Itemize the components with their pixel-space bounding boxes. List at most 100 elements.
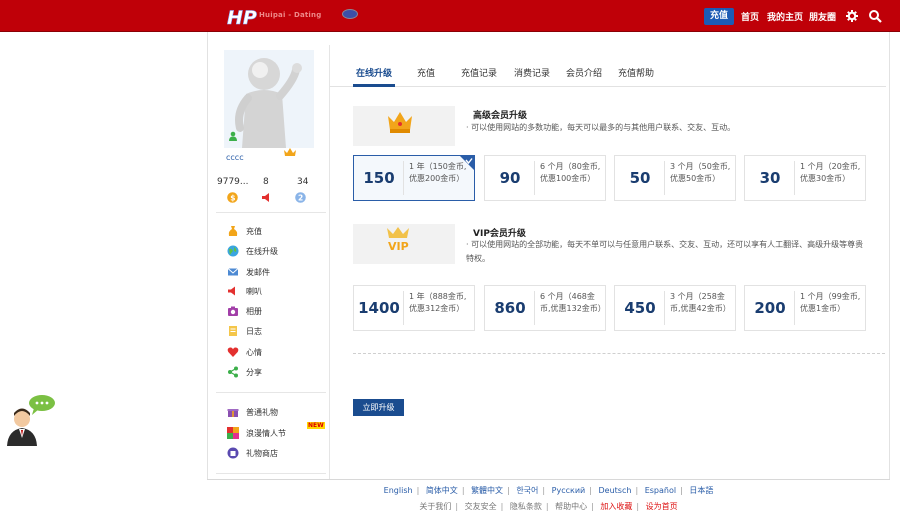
upgrade-now-button[interactable]: 立即升级 <box>353 399 404 416</box>
vip-crown-icon: VIP <box>387 227 409 252</box>
sidebar-divider <box>216 392 326 393</box>
vip-banner: VIP <box>353 224 455 264</box>
plan-card-vip-1y[interactable]: 1400 1 年（888金币,优惠312金币） <box>353 285 475 331</box>
plan-card-premium-1m[interactable]: 30 1 个月（20金币,优惠30金币） <box>744 155 866 201</box>
plan-card-vip-6m[interactable]: 860 6 个月（468金币,优惠132金币） <box>484 285 606 331</box>
sidebar-item-share[interactable]: 分享 <box>227 365 262 379</box>
sidebar-item-journal[interactable]: 日志 <box>227 324 262 338</box>
plan-price: 200 <box>754 299 786 317</box>
footer-safety-link[interactable]: 交友安全 <box>465 502 497 511</box>
plan-card-vip-1m[interactable]: 200 1 个月（99金币,优惠1金币） <box>744 285 866 331</box>
language-flag-icon[interactable] <box>342 9 358 19</box>
site-logo[interactable]: HP <box>226 5 260 27</box>
plan-card-vip-3m[interactable]: 450 3 个月（258金币,优惠42金币） <box>614 285 736 331</box>
tab-recharge-help[interactable]: 充值帮助 <box>618 66 654 79</box>
sidebar-item-recharge[interactable]: 充值 <box>227 224 262 238</box>
crown-icon <box>388 112 412 133</box>
footer-set-homepage-link[interactable]: 设为首页 <box>646 502 678 511</box>
plan-card-premium-6m[interactable]: 90 6 个月（80金币,优惠100金币） <box>484 155 606 201</box>
top-navbar: HP Huipai - Dating 充值 首页 我的主页 朋友圈 <box>0 0 900 32</box>
shop-icon <box>227 447 239 459</box>
sidebar-item-label: 发邮件 <box>246 267 270 277</box>
sidebar-item-gift-shop[interactable]: 礼物商店 <box>227 446 278 460</box>
gift-icon <box>227 409 239 417</box>
tab-bar <box>330 56 886 87</box>
plan-price: 1400 <box>358 299 400 317</box>
badge-icon: 2 <box>295 192 306 203</box>
sidebar-item-label: 相册 <box>246 306 262 316</box>
tab-online-upgrade[interactable]: 在线升级 <box>356 66 392 79</box>
new-badge: NEW <box>307 422 325 429</box>
sidebar-divider <box>216 212 326 213</box>
plan-price: 90 <box>499 169 521 187</box>
active-tab-indicator <box>353 84 395 87</box>
footer: English | 简体中文 | 繁體中文 | 한국어 | Русский | Deuts… <box>207 479 890 518</box>
tab-spending-history[interactable]: 消费记录 <box>514 66 550 79</box>
notebook-icon <box>229 326 237 336</box>
stat-horn-value: 8 <box>263 177 269 187</box>
premium-title: 高级会员升级 <box>473 111 528 121</box>
lang-english[interactable]: English <box>384 486 413 495</box>
sidebar-item-label: 分享 <box>246 367 262 377</box>
sidebar-item-label: 充值 <box>246 226 262 236</box>
lang-japanese[interactable]: 日本語 <box>689 486 713 495</box>
vip-description: · 可以使用网站的全部功能，每天不单可以与任意用户联系、交友、互动，还可以享有人… <box>466 240 864 263</box>
search-icon[interactable] <box>868 9 882 23</box>
plan-description: 1 年（888金币,优惠312金币） <box>409 292 467 313</box>
sidebar-item-album[interactable]: 相册 <box>227 304 262 318</box>
plan-description: 3 个月（50金币,优惠50金币） <box>670 162 731 183</box>
camera-icon <box>228 306 238 316</box>
svg-text:HP: HP <box>227 7 257 27</box>
footer-bookmark-link[interactable]: 加入收藏 <box>600 502 632 511</box>
sidebar-item-label: 日志 <box>246 326 262 336</box>
footer-help-link[interactable]: 帮助中心 <box>555 502 587 511</box>
plan-price: 860 <box>494 299 526 317</box>
sidebar-divider <box>216 473 326 474</box>
plan-card-premium-3m[interactable]: 50 3 个月（50金币,优惠50金币） <box>614 155 736 201</box>
lang-spanish[interactable]: Español <box>645 486 676 495</box>
stat-coins-value: 9779... <box>217 177 249 187</box>
nav-my-home-link[interactable]: 我的主页 <box>767 10 803 23</box>
heart-icon <box>227 347 239 357</box>
premium-banner <box>353 106 455 146</box>
footer-about-link[interactable]: 关于我们 <box>419 502 451 511</box>
footer-links: 关于我们 | 交友安全 | 隐私条款 | 帮助中心 | 加入收藏 | 设为首页 <box>419 502 678 511</box>
sidebar-item-upgrade[interactable]: 在线升级 <box>227 244 278 258</box>
tab-membership-intro[interactable]: 会员介绍 <box>566 66 602 79</box>
lang-german[interactable]: Deutsch <box>599 486 632 495</box>
gear-icon[interactable] <box>845 9 859 23</box>
nav-friends-link[interactable]: 朋友圈 <box>809 10 836 23</box>
sidebar-item-mood[interactable]: 心情 <box>227 345 262 359</box>
sidebar-item-horn[interactable]: 喇叭 <box>227 284 262 298</box>
lang-russian[interactable]: Русский <box>552 486 586 495</box>
plan-description: 6 个月（468金币,优惠132金币） <box>540 292 606 313</box>
plan-description: 3 个月（258金币,优惠42金币） <box>670 292 731 313</box>
nav-home-link[interactable]: 首页 <box>741 10 759 23</box>
footer-languages: English | 简体中文 | 繁體中文 | 한국어 | Русский | Deuts… <box>383 486 714 495</box>
nav-recharge-button[interactable]: 充值 <box>704 8 734 25</box>
tab-recharge-history[interactable]: 充值记录 <box>461 66 497 79</box>
globe-icon <box>227 245 239 257</box>
stat-badge-value: 34 <box>297 177 309 187</box>
lang-traditional-chinese[interactable]: 繁體中文 <box>471 486 503 495</box>
tab-recharge[interactable]: 充值 <box>417 66 435 79</box>
plan-card-premium-1y[interactable]: 150 1 年（150金币,优惠200金币） <box>353 155 475 201</box>
plan-price: 150 <box>363 169 395 187</box>
sidebar-item-mail[interactable]: 发邮件 <box>227 265 270 279</box>
lang-simplified-chinese[interactable]: 简体中文 <box>426 486 458 495</box>
sidebar-item-valentine[interactable]: 浪漫情人节 <box>227 426 286 440</box>
sidebar-item-label: 喇叭 <box>246 286 262 296</box>
plan-description: 6 个月（80金币,优惠100金币） <box>540 162 601 183</box>
sidebar-item-label: 在线升级 <box>246 246 278 256</box>
brand-name: Huipai - Dating <box>259 11 322 19</box>
username[interactable]: cccc <box>226 153 244 162</box>
mail-icon <box>227 268 239 276</box>
share-icon <box>228 366 238 378</box>
lang-korean[interactable]: 한국어 <box>516 486 538 495</box>
sidebar-item-gifts[interactable]: 普通礼物 <box>227 405 278 419</box>
sidebar-item-label: 心情 <box>246 347 262 357</box>
horn-icon <box>262 193 269 202</box>
footer-privacy-link[interactable]: 隐私条款 <box>510 502 542 511</box>
customer-service-icon[interactable] <box>2 394 56 446</box>
sidebar-item-label: 礼物商店 <box>246 448 278 458</box>
